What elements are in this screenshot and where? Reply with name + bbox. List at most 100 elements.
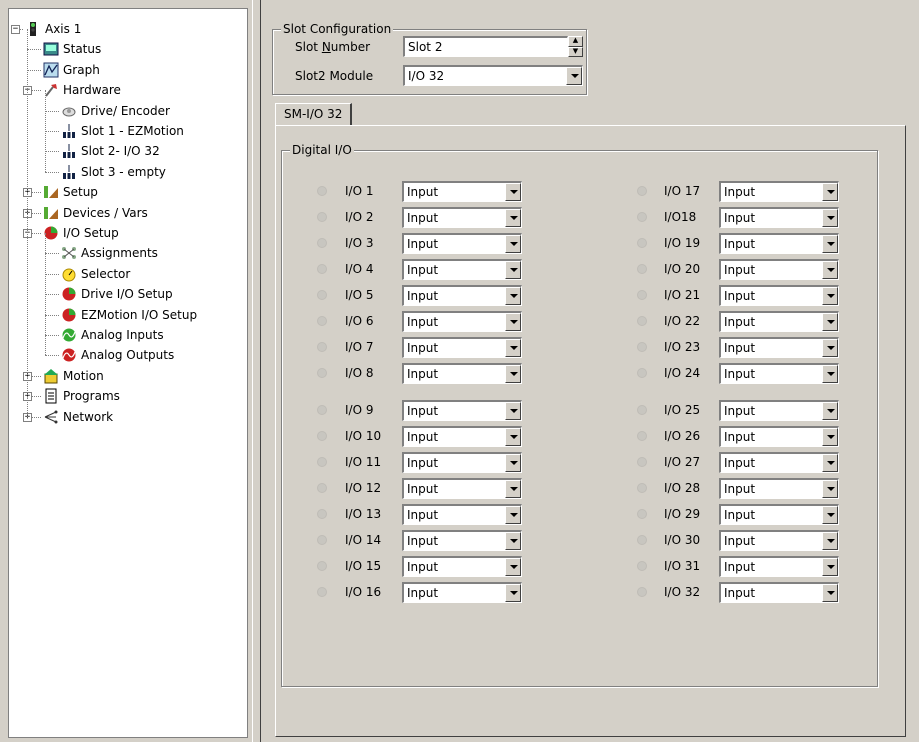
- chevron-down-icon[interactable]: [822, 480, 838, 498]
- tree-item-slot-3-empty[interactable]: Slot 3 - empty: [61, 162, 166, 182]
- tree-item-status[interactable]: Status: [43, 39, 101, 59]
- tree-item-setup[interactable]: Setup: [43, 182, 98, 202]
- io-mode-select[interactable]: Input: [402, 400, 522, 421]
- chevron-down-icon[interactable]: [505, 428, 521, 446]
- io-mode-select[interactable]: Input: [719, 363, 839, 384]
- io-mode-select[interactable]: Input: [719, 582, 839, 603]
- tree-item-drive-i-o-setup[interactable]: Drive I/O Setup: [61, 284, 173, 304]
- chevron-down-icon[interactable]: [822, 209, 838, 227]
- slot-number-field[interactable]: Slot 2: [403, 36, 568, 57]
- tree-item-slot-1-ezmotion[interactable]: Slot 1 - EZMotion: [61, 121, 184, 141]
- io-mode-select[interactable]: Input: [719, 311, 839, 332]
- chevron-down-icon[interactable]: [822, 261, 838, 279]
- tree-item-axis-1[interactable]: Axis 1: [25, 19, 81, 39]
- tree-item-hardware[interactable]: Hardware: [43, 80, 121, 100]
- chevron-down-icon[interactable]: [822, 287, 838, 305]
- io-mode-select[interactable]: Input: [402, 530, 522, 551]
- tree-item-selector[interactable]: Selector: [61, 264, 130, 284]
- io-status-led: [318, 291, 326, 299]
- chevron-down-icon[interactable]: [566, 67, 582, 85]
- io-mode-select[interactable]: Input: [719, 337, 839, 358]
- collapse-icon[interactable]: −: [11, 25, 20, 34]
- tree-item-assignments[interactable]: Assignments: [61, 243, 158, 263]
- io-mode-select[interactable]: Input: [719, 556, 839, 577]
- tree-item-analog-outputs[interactable]: Analog Outputs: [61, 345, 174, 365]
- io-mode-select[interactable]: Input: [402, 181, 522, 202]
- io-mode-select[interactable]: Input: [719, 452, 839, 473]
- chevron-down-icon[interactable]: [505, 209, 521, 227]
- io-mode-select[interactable]: Input: [719, 233, 839, 254]
- chevron-down-icon[interactable]: [505, 454, 521, 472]
- tree-item-ezmotion-i-o-setup[interactable]: EZMotion I/O Setup: [61, 305, 197, 325]
- tree-item-network[interactable]: Network: [43, 407, 113, 427]
- tree-item-devices-vars[interactable]: Devices / Vars: [43, 203, 148, 223]
- chevron-down-icon[interactable]: [505, 402, 521, 420]
- io-mode-select[interactable]: Input: [402, 426, 522, 447]
- io-mode-select[interactable]: Input: [719, 426, 839, 447]
- io-mode-select[interactable]: Input: [719, 207, 839, 228]
- io-status-led: [318, 458, 326, 466]
- io-mode-select[interactable]: Input: [402, 452, 522, 473]
- chevron-down-icon[interactable]: [505, 287, 521, 305]
- tree-item-analog-inputs[interactable]: Analog Inputs: [61, 325, 164, 345]
- chevron-down-icon[interactable]: [822, 428, 838, 446]
- tree-item-i-o-setup[interactable]: I/O Setup: [43, 223, 119, 243]
- chevron-down-icon[interactable]: [822, 365, 838, 383]
- tree-item-graph[interactable]: Graph: [43, 60, 100, 80]
- chevron-down-icon[interactable]: [505, 506, 521, 524]
- spin-down-icon[interactable]: ▼: [568, 46, 583, 57]
- chevron-down-icon[interactable]: [505, 235, 521, 253]
- io-mode-select[interactable]: Input: [719, 181, 839, 202]
- io-mode-select[interactable]: Input: [402, 337, 522, 358]
- devices-icon: [43, 205, 59, 221]
- io-mode-select[interactable]: Input: [402, 233, 522, 254]
- io-mode-select[interactable]: Input: [719, 400, 839, 421]
- slot-number-spinner[interactable]: ▲ ▼: [568, 36, 583, 57]
- chevron-down-icon[interactable]: [822, 454, 838, 472]
- chevron-down-icon[interactable]: [505, 480, 521, 498]
- io-mode-select[interactable]: Input: [402, 207, 522, 228]
- io-mode-select[interactable]: Input: [719, 530, 839, 551]
- chevron-down-icon[interactable]: [822, 183, 838, 201]
- io-mode-select[interactable]: Input: [402, 363, 522, 384]
- spin-up-icon[interactable]: ▲: [568, 36, 583, 47]
- chevron-down-icon[interactable]: [505, 584, 521, 602]
- io-mode-select[interactable]: Input: [402, 311, 522, 332]
- io-status-led: [638, 291, 646, 299]
- chevron-down-icon[interactable]: [505, 365, 521, 383]
- chevron-down-icon[interactable]: [822, 558, 838, 576]
- chevron-down-icon[interactable]: [505, 339, 521, 357]
- chevron-down-icon[interactable]: [822, 402, 838, 420]
- chevron-down-icon[interactable]: [822, 339, 838, 357]
- chevron-down-icon[interactable]: [505, 313, 521, 331]
- chevron-down-icon[interactable]: [505, 532, 521, 550]
- io-status-led: [318, 187, 326, 195]
- chevron-down-icon[interactable]: [822, 532, 838, 550]
- chevron-down-icon[interactable]: [505, 558, 521, 576]
- io-mode-select[interactable]: Input: [402, 259, 522, 280]
- tree-item-slot-2-i-o-32[interactable]: Slot 2- I/O 32: [61, 141, 160, 161]
- io-label: I/O 13: [345, 507, 382, 521]
- tab-sm-io-32[interactable]: SM-I/O 32: [275, 103, 353, 125]
- chevron-down-icon[interactable]: [822, 235, 838, 253]
- panel-splitter[interactable]: [252, 0, 261, 742]
- tree-item-programs[interactable]: Programs: [43, 386, 120, 406]
- chevron-down-icon[interactable]: [822, 313, 838, 331]
- tree-item-motion[interactable]: Motion: [43, 366, 104, 386]
- io-mode-select[interactable]: Input: [402, 556, 522, 577]
- io-mode-select[interactable]: Input: [719, 259, 839, 280]
- io-mode-select[interactable]: Input: [719, 478, 839, 499]
- chevron-down-icon[interactable]: [822, 584, 838, 602]
- io-mode-select[interactable]: Input: [719, 285, 839, 306]
- io-mode-select[interactable]: Input: [402, 582, 522, 603]
- io-mode-select[interactable]: Input: [402, 285, 522, 306]
- io-mode-select[interactable]: Input: [719, 504, 839, 525]
- chevron-down-icon[interactable]: [505, 183, 521, 201]
- io-mode-select[interactable]: Input: [402, 504, 522, 525]
- chevron-down-icon[interactable]: [822, 506, 838, 524]
- tree-connector: [45, 335, 59, 336]
- io-mode-select[interactable]: Input: [402, 478, 522, 499]
- slot-module-select[interactable]: I/O 32: [403, 65, 583, 86]
- tree-item-drive-encoder[interactable]: Drive/ Encoder: [61, 101, 170, 121]
- chevron-down-icon[interactable]: [505, 261, 521, 279]
